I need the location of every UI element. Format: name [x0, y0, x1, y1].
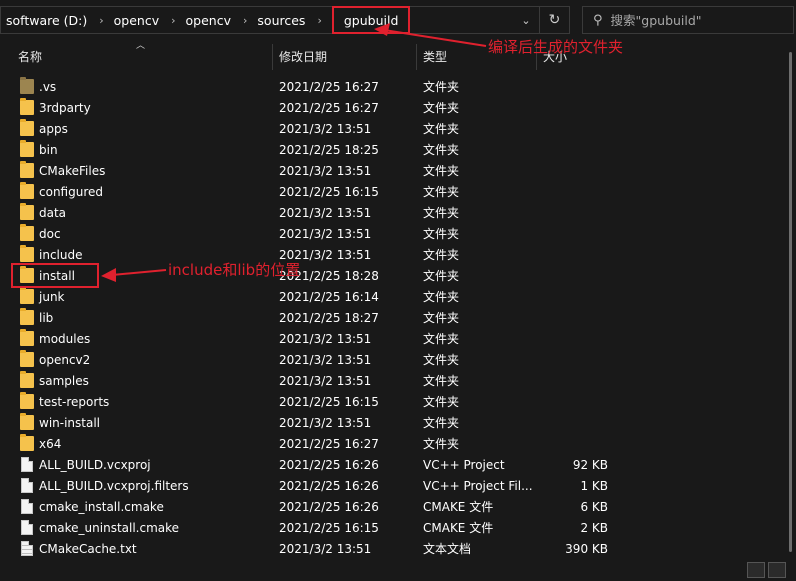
arrowhead-install [101, 268, 116, 282]
arrowhead-gpubuild [374, 23, 390, 36]
arrow-to-install [111, 269, 167, 276]
arrow-to-gpubuild [383, 29, 487, 47]
annotation-arrows [101, 23, 487, 282]
